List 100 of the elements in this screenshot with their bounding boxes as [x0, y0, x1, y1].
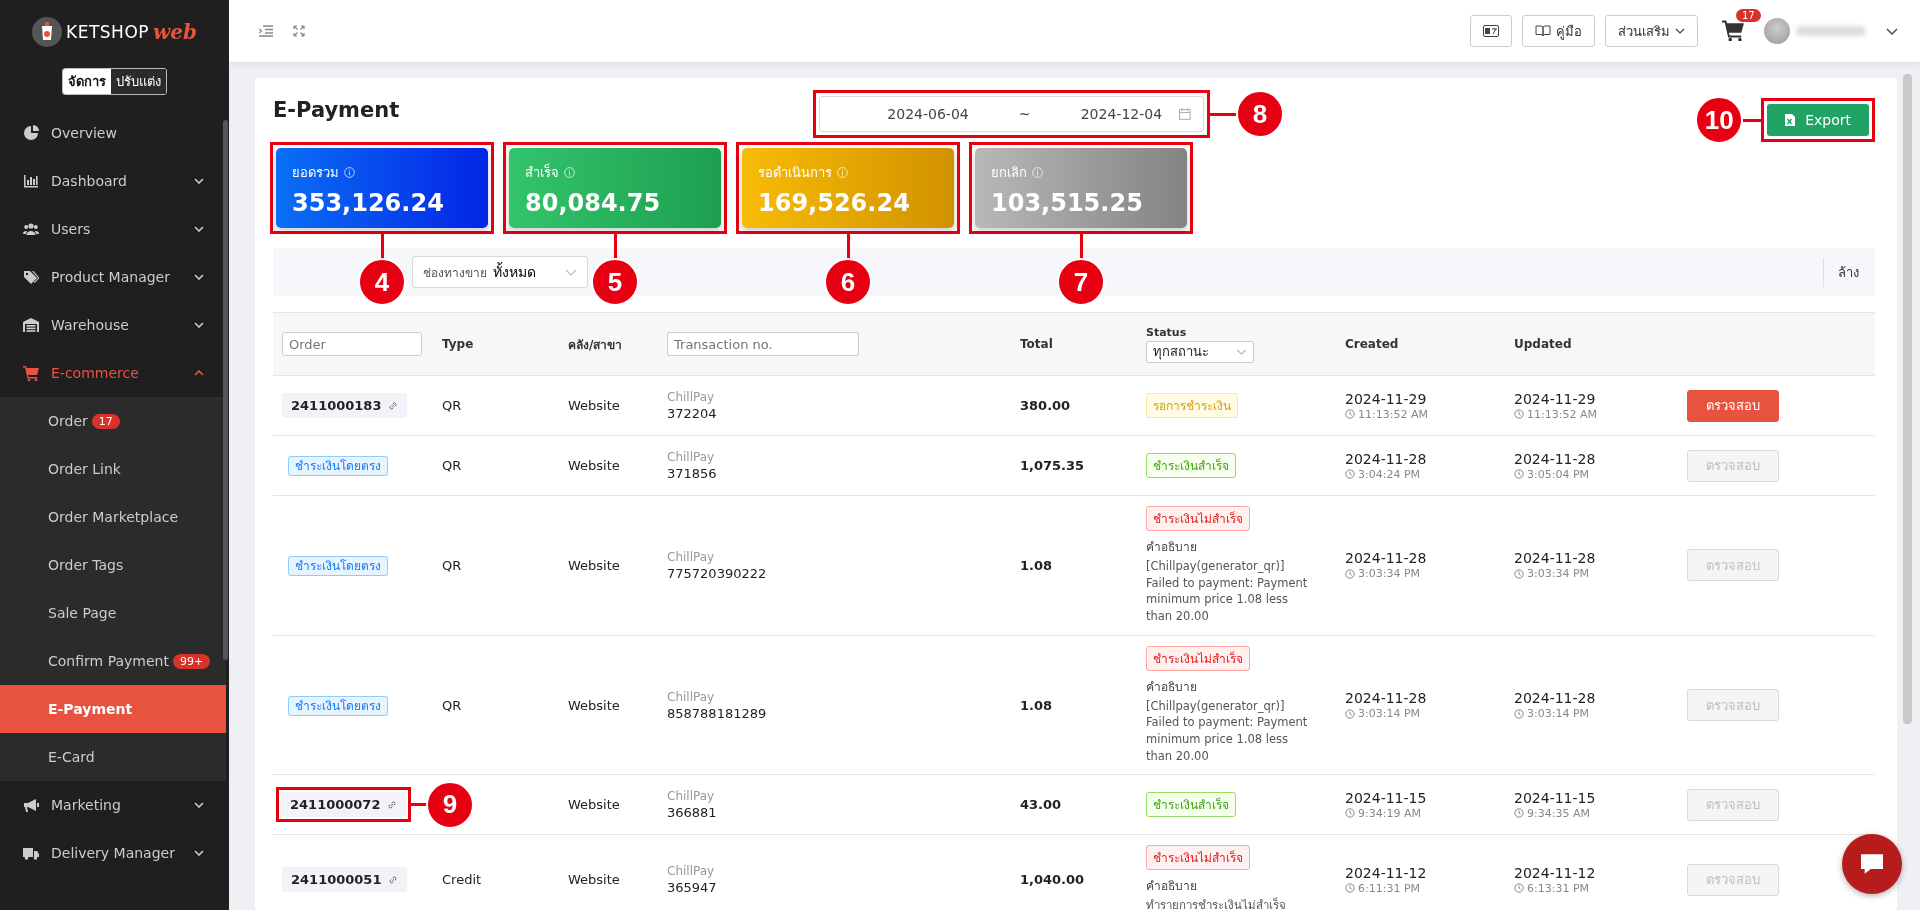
info-icon — [564, 167, 575, 178]
clock-icon — [1345, 568, 1355, 579]
total-amount: 43.00 — [1020, 797, 1063, 813]
sidebar-item[interactable]: E-commerce — [0, 349, 226, 397]
transaction-number: 366881 — [667, 805, 718, 821]
description-label: คำอธิบาย — [1146, 539, 1197, 556]
sidebar-item[interactable]: Marketing — [0, 781, 226, 829]
callout-number: 8 — [1236, 90, 1284, 138]
order-link[interactable]: 2411000051 — [282, 867, 408, 893]
provider-name: ChillPay — [667, 450, 716, 464]
sidebar-item[interactable]: Users — [0, 205, 226, 253]
cart-icon[interactable] — [1722, 18, 1744, 41]
chevron-icon — [194, 226, 204, 232]
submenu-item[interactable]: Confirm Payment 99+ — [0, 637, 226, 685]
brand-name: KETSHOP — [66, 22, 149, 42]
clock-icon — [1514, 409, 1524, 419]
created-date: 2024-11-15 — [1345, 789, 1428, 806]
created-time: 9:34:19 AM — [1358, 806, 1421, 820]
clock-icon — [1345, 708, 1355, 719]
menu-icon — [23, 845, 39, 861]
check-button[interactable]: ตรวจสอบ — [1687, 389, 1779, 422]
clock-icon — [1345, 808, 1355, 819]
updated-date: 2024-11-28 — [1514, 550, 1597, 567]
submenu-item[interactable]: Order 17 — [0, 397, 226, 445]
addons-dropdown[interactable]: ส่วนเสริม — [1605, 15, 1698, 47]
scrollbar[interactable] — [1903, 74, 1912, 724]
logo-icon — [32, 17, 63, 47]
created-date: 2024-11-28 — [1345, 690, 1428, 707]
mode-tab[interactable]: ปรับแต่ง — [111, 69, 166, 94]
updated-date: 2024-11-15 — [1514, 789, 1597, 806]
sidebar-item[interactable]: Warehouse — [0, 301, 226, 349]
menu-icon — [23, 317, 39, 333]
chevron-icon — [1236, 348, 1247, 355]
sidebar-item[interactable]: Delivery Manager — [0, 829, 226, 877]
transaction-search-field[interactable]: Transaction no. — [667, 332, 859, 356]
column-header: คลัง/สาขา — [568, 336, 624, 354]
count-badge: 17 — [91, 413, 120, 429]
submenu-item[interactable]: Order Link — [0, 445, 226, 493]
order-link[interactable]: 2411000072 — [281, 792, 407, 818]
table-cell-text: Website — [568, 697, 621, 713]
updated-date: 2024-11-28 — [1514, 690, 1597, 707]
table-cell-text: QR — [442, 458, 463, 473]
submenu-item[interactable]: Sale Page — [0, 589, 226, 637]
submenu-label: Sale Page — [48, 605, 117, 621]
fullscreen-icon[interactable] — [293, 25, 305, 37]
updated-time: 6:13:31 PM — [1527, 881, 1590, 895]
clock-icon — [1514, 808, 1524, 819]
column-header: Total — [1020, 337, 1054, 351]
updated-time: 11:13:52 AM — [1527, 407, 1597, 421]
info-icon — [1032, 167, 1043, 178]
callout-number: 9 — [426, 780, 474, 829]
blurred-username — [1796, 26, 1866, 36]
channel-select[interactable]: ช่องทางขาย ทั้งหมด — [412, 256, 588, 288]
card-label: ยอดรวม — [292, 164, 339, 182]
submenu-item[interactable]: E-Card — [0, 733, 226, 781]
chat-icon — [1859, 853, 1885, 875]
submenu-label: Order Marketplace — [48, 509, 179, 525]
transaction-number: 371856 — [667, 466, 718, 481]
avatar[interactable] — [1764, 18, 1790, 44]
book-icon — [1535, 25, 1551, 37]
mode-tab[interactable]: จัดการ — [63, 69, 111, 94]
info-icon — [344, 167, 355, 178]
date-range-field[interactable]: 2024-06-04 ~ 2024-12-04 — [819, 96, 1204, 132]
provider-name: ChillPay — [667, 689, 716, 704]
order-link[interactable]: 2411000183 — [282, 393, 408, 418]
updated-time: 9:34:35 AM — [1527, 806, 1590, 820]
guide-button[interactable]: คู่มือ — [1522, 15, 1595, 47]
clear-link[interactable]: ล้าง — [1823, 257, 1859, 287]
language-button[interactable] — [1470, 15, 1512, 47]
sidebar-item[interactable]: Product Manager — [0, 253, 226, 301]
scrollbar[interactable] — [223, 120, 228, 660]
submenu-label: E-Payment — [48, 701, 133, 717]
submenu-label: Order — [48, 413, 88, 429]
collapse-menu-icon[interactable] — [259, 25, 273, 37]
direct-payment-tag: ชำระเงินโดยตรง — [288, 456, 388, 476]
description-text: ทำรายการชำระเงินไม่สำเร็จ — [1146, 897, 1287, 910]
sidebar-item[interactable]: Overview — [0, 109, 226, 157]
table-cell-text: QR — [442, 557, 463, 573]
translate-icon — [1483, 25, 1499, 37]
calendar-icon — [1179, 108, 1191, 120]
created-time: 6:11:31 PM — [1358, 881, 1421, 895]
submenu-item[interactable]: Order Tags — [0, 541, 226, 589]
submenu-item[interactable]: Order Marketplace — [0, 493, 226, 541]
total-amount: 1,040.00 — [1020, 872, 1086, 888]
cart-badge: 17 — [1736, 8, 1761, 22]
column-header: Updated — [1514, 337, 1573, 351]
provider-name: ChillPay — [667, 390, 716, 404]
order-search-field[interactable]: Order — [282, 332, 422, 356]
clock-icon — [1345, 469, 1355, 479]
status-select[interactable]: ทุกสถานะ — [1146, 340, 1254, 363]
clock-icon — [1514, 469, 1524, 479]
total-amount: 1,075.35 — [1020, 458, 1086, 473]
updated-time: 3:03:34 PM — [1527, 567, 1590, 581]
chevron-icon — [565, 268, 577, 276]
submenu-item[interactable]: E-Payment — [0, 685, 226, 733]
chevron-icon[interactable] — [1886, 27, 1898, 35]
card-label: ยกเลิก — [991, 164, 1027, 182]
sidebar-item[interactable]: Dashboard — [0, 157, 226, 205]
link-icon — [387, 799, 398, 810]
excel-icon — [1785, 114, 1796, 126]
